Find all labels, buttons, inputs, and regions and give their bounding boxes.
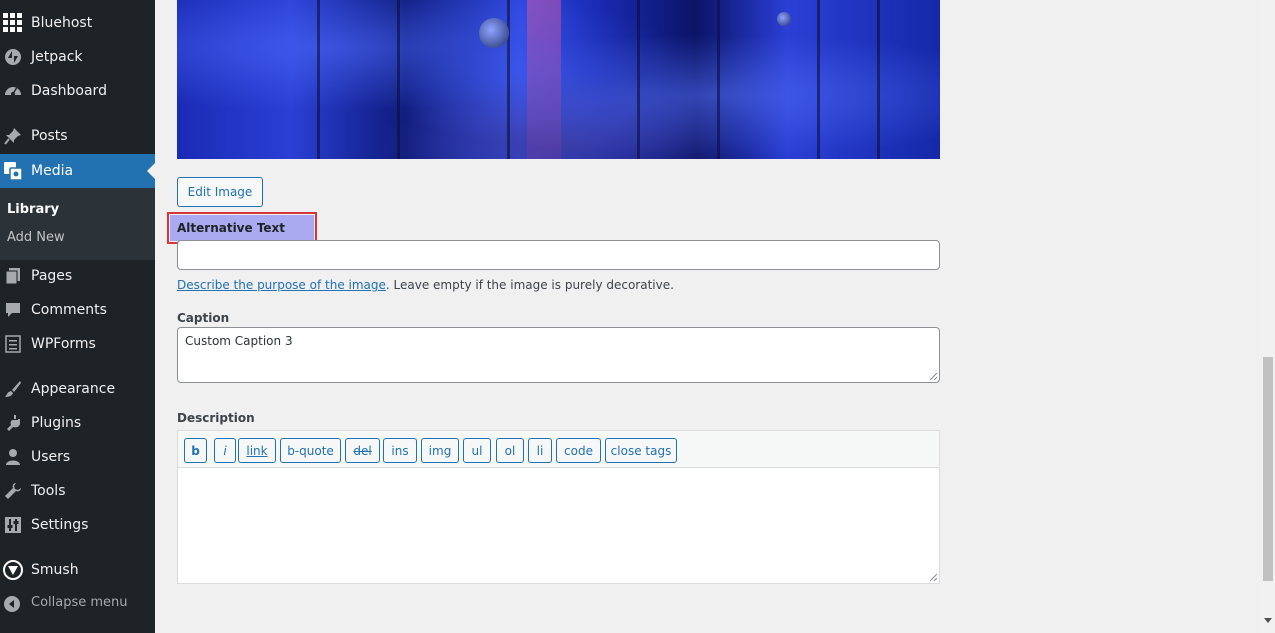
- qt-link-button[interactable]: link: [238, 438, 276, 463]
- alt-text-help-link[interactable]: Describe the purpose of the image: [177, 278, 386, 292]
- scroll-down-arrow-icon[interactable]: [1264, 618, 1272, 623]
- menu-item-smush[interactable]: Smush: [0, 553, 155, 587]
- user-icon: [3, 447, 23, 467]
- description-textarea[interactable]: [177, 467, 940, 584]
- menu-label: Pages: [31, 268, 73, 284]
- settings-icon: [3, 515, 23, 535]
- menu-label: Tools: [31, 483, 66, 499]
- menu-item-tools[interactable]: Tools: [0, 474, 155, 508]
- qt-close-tags-button[interactable]: close tags: [605, 438, 677, 463]
- menu-label: Smush: [31, 562, 79, 578]
- media-submenu: Library Add New: [0, 188, 155, 260]
- scrollbar-thumb[interactable]: [1263, 357, 1273, 581]
- alt-text-input[interactable]: [177, 240, 940, 270]
- menu-item-users[interactable]: Users: [0, 440, 155, 474]
- description-label: Description: [177, 411, 255, 425]
- alt-text-help-text: . Leave empty if the image is purely dec…: [385, 278, 674, 292]
- menu-item-comments[interactable]: Comments: [0, 293, 155, 327]
- menu-item-plugins[interactable]: Plugins: [0, 406, 155, 440]
- comment-icon: [3, 300, 23, 320]
- menu-item-dashboard[interactable]: Dashboard: [0, 74, 155, 108]
- admin-sidebar: Bluehost Jetpack Dashboard Posts Media L…: [0, 0, 155, 633]
- menu-label: Settings: [31, 517, 89, 533]
- alt-text-label: Alternative Text: [170, 215, 314, 241]
- jetpack-icon: [3, 47, 23, 67]
- caption-value: Custom Caption 3: [185, 334, 293, 348]
- qt-li-button[interactable]: li: [528, 438, 552, 463]
- menu-item-bluehost[interactable]: Bluehost: [0, 6, 155, 40]
- form-icon: [3, 334, 23, 354]
- qt-ol-button[interactable]: ol: [496, 438, 524, 463]
- resize-handle-icon[interactable]: [930, 574, 937, 581]
- qt-code-button[interactable]: code: [556, 438, 601, 463]
- menu-item-posts[interactable]: Posts: [0, 119, 155, 153]
- pages-icon: [3, 266, 23, 286]
- menu-label: Bluehost: [31, 15, 93, 31]
- qt-bold-button[interactable]: b: [184, 438, 207, 463]
- smush-icon: [3, 560, 23, 580]
- menu-label: Plugins: [31, 415, 82, 431]
- menu-item-jetpack[interactable]: Jetpack: [0, 40, 155, 74]
- caption-textarea[interactable]: Custom Caption 3: [177, 327, 940, 383]
- qt-ul-button[interactable]: ul: [463, 438, 491, 463]
- edit-image-button[interactable]: Edit Image: [177, 177, 263, 207]
- menu-label: Posts: [31, 128, 68, 144]
- qt-bquote-button[interactable]: b-quote: [280, 438, 341, 463]
- plugin-icon: [3, 413, 23, 433]
- pin-icon: [3, 126, 23, 146]
- grid-icon: [3, 13, 23, 33]
- image-preview: [177, 0, 940, 159]
- menu-item-wpforms[interactable]: WPForms: [0, 327, 155, 361]
- dashboard-icon: [3, 81, 23, 101]
- qt-ins-button[interactable]: ins: [383, 438, 417, 463]
- caption-label: Caption: [177, 311, 230, 325]
- qt-del-button[interactable]: del: [345, 438, 380, 463]
- media-icon: [3, 161, 23, 181]
- submenu-library[interactable]: Library: [7, 202, 59, 217]
- resize-handle-icon[interactable]: [930, 373, 937, 380]
- menu-label: Dashboard: [31, 83, 107, 99]
- menu-label: Comments: [31, 302, 107, 318]
- menu-item-settings[interactable]: Settings: [0, 508, 155, 542]
- menu-item-pages[interactable]: Pages: [0, 259, 155, 293]
- submenu-add-new[interactable]: Add New: [7, 230, 65, 245]
- menu-label: Media: [31, 163, 74, 179]
- quicktags-toolbar: b i link b-quote del ins img ul ol li co…: [177, 430, 940, 468]
- menu-item-appearance[interactable]: Appearance: [0, 372, 155, 406]
- page-scrollbar[interactable]: [1260, 0, 1275, 633]
- collapse-arrow-icon: [4, 596, 20, 612]
- qt-img-button[interactable]: img: [421, 438, 459, 463]
- menu-label: Appearance: [31, 381, 116, 397]
- brush-icon: [3, 379, 23, 399]
- menu-item-media[interactable]: Media: [0, 154, 155, 188]
- collapse-menu-button[interactable]: Collapse menu: [0, 588, 155, 618]
- collapse-menu-label: Collapse menu: [31, 595, 128, 610]
- menu-label: WPForms: [31, 336, 96, 352]
- wrench-icon: [3, 481, 23, 501]
- menu-label: Users: [31, 449, 71, 465]
- menu-label: Jetpack: [31, 49, 83, 65]
- alt-text-help: Describe the purpose of the image. Leave…: [177, 278, 674, 292]
- qt-italic-button[interactable]: i: [214, 438, 236, 463]
